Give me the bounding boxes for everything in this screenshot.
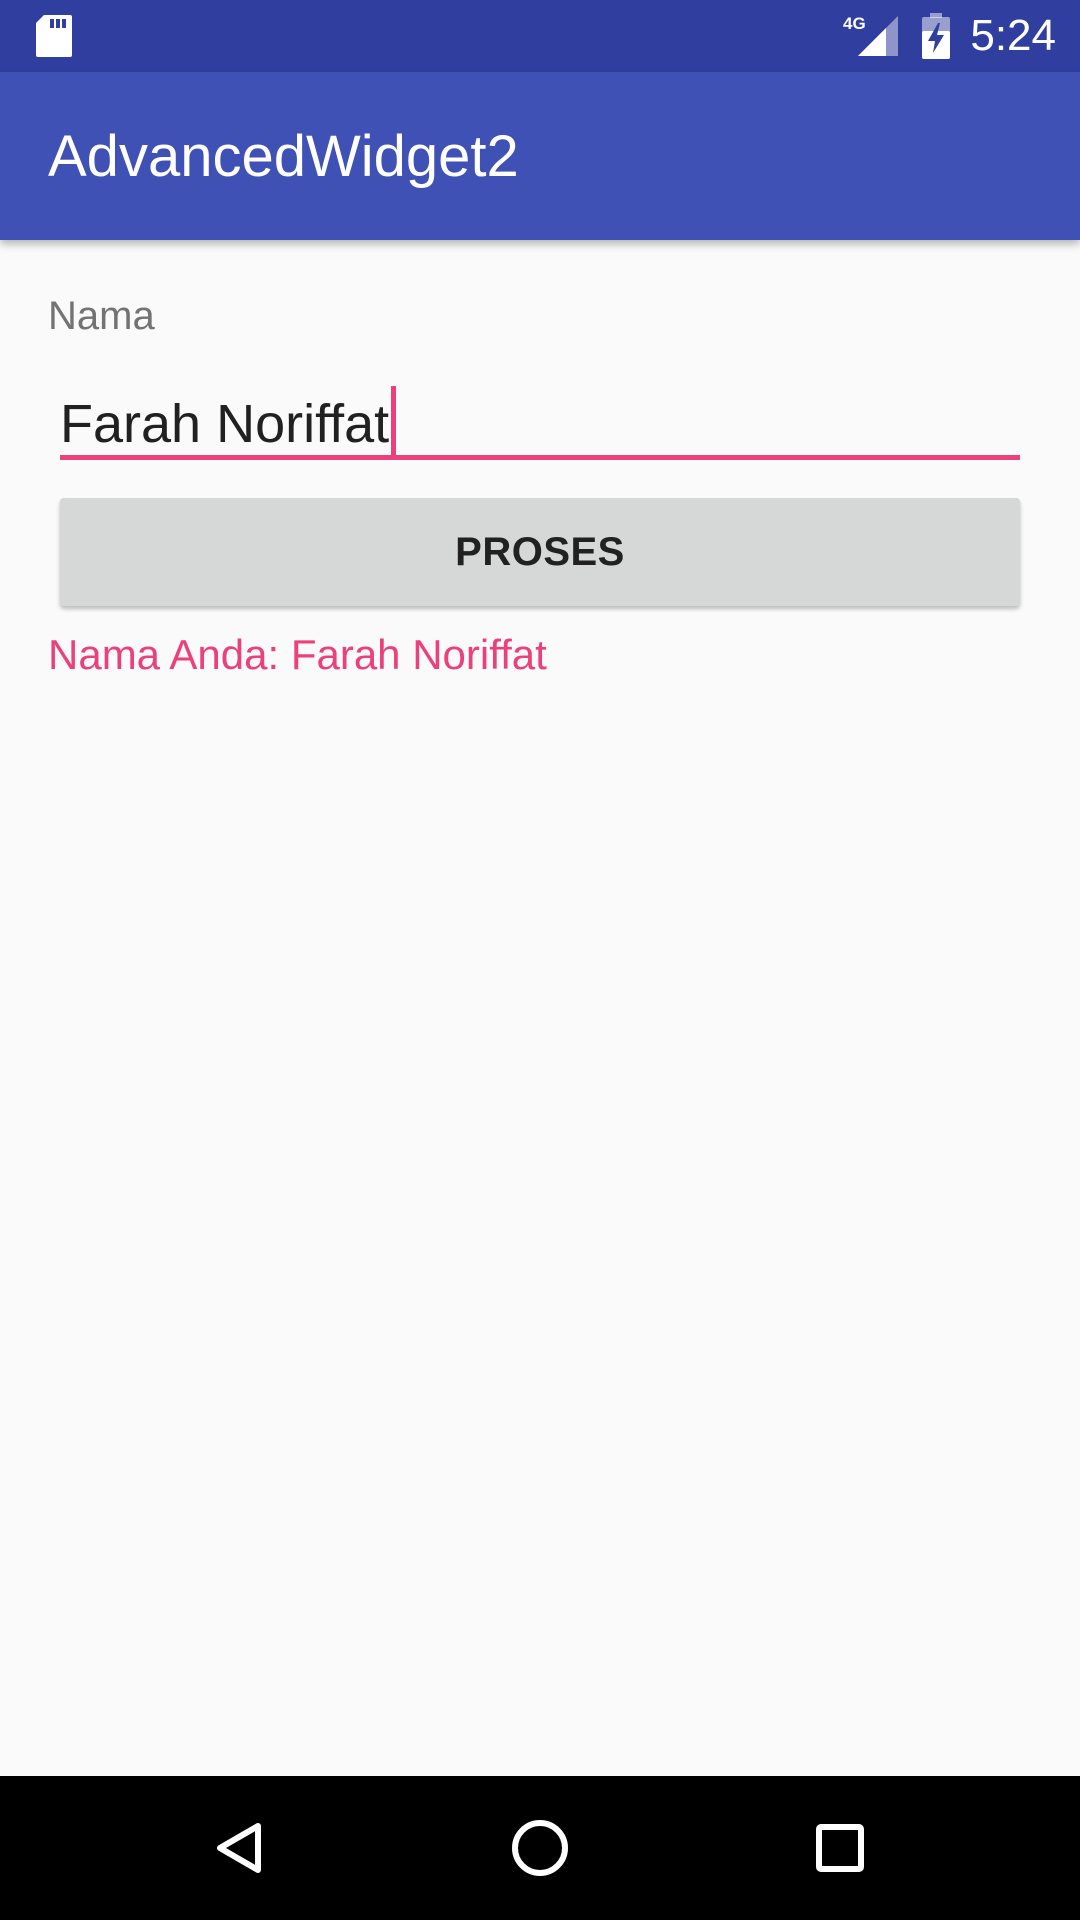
app-screen: 4G 5:24 AdvancedWidget2 Nama Farah Norif… — [0, 0, 1080, 1920]
recents-icon[interactable] — [790, 1798, 890, 1898]
result-text: Nama Anda: Farah Noriffat — [48, 631, 547, 678]
svg-text:4G: 4G — [843, 14, 866, 33]
text-cursor — [391, 386, 397, 456]
name-input-value: Farah Noriffat — [60, 394, 390, 454]
name-label: Nama — [48, 294, 155, 338]
navigation-bar — [0, 1776, 1080, 1920]
name-input[interactable]: Farah Noriffat — [60, 374, 1020, 460]
signal-4g-icon: 4G — [843, 14, 898, 56]
app-bar: AdvancedWidget2 — [0, 72, 1080, 240]
sd-card-icon — [36, 15, 72, 57]
app-title: AdvancedWidget2 — [48, 124, 519, 189]
battery-charging-icon — [922, 13, 950, 59]
status-bar: 4G 5:24 — [0, 0, 1080, 72]
proses-button[interactable]: PROSES — [60, 498, 1020, 606]
home-icon[interactable] — [490, 1798, 590, 1898]
back-icon[interactable] — [190, 1798, 290, 1898]
name-input-text[interactable]: Farah Noriffat — [60, 386, 397, 456]
status-clock: 5:24 — [970, 11, 1056, 60]
